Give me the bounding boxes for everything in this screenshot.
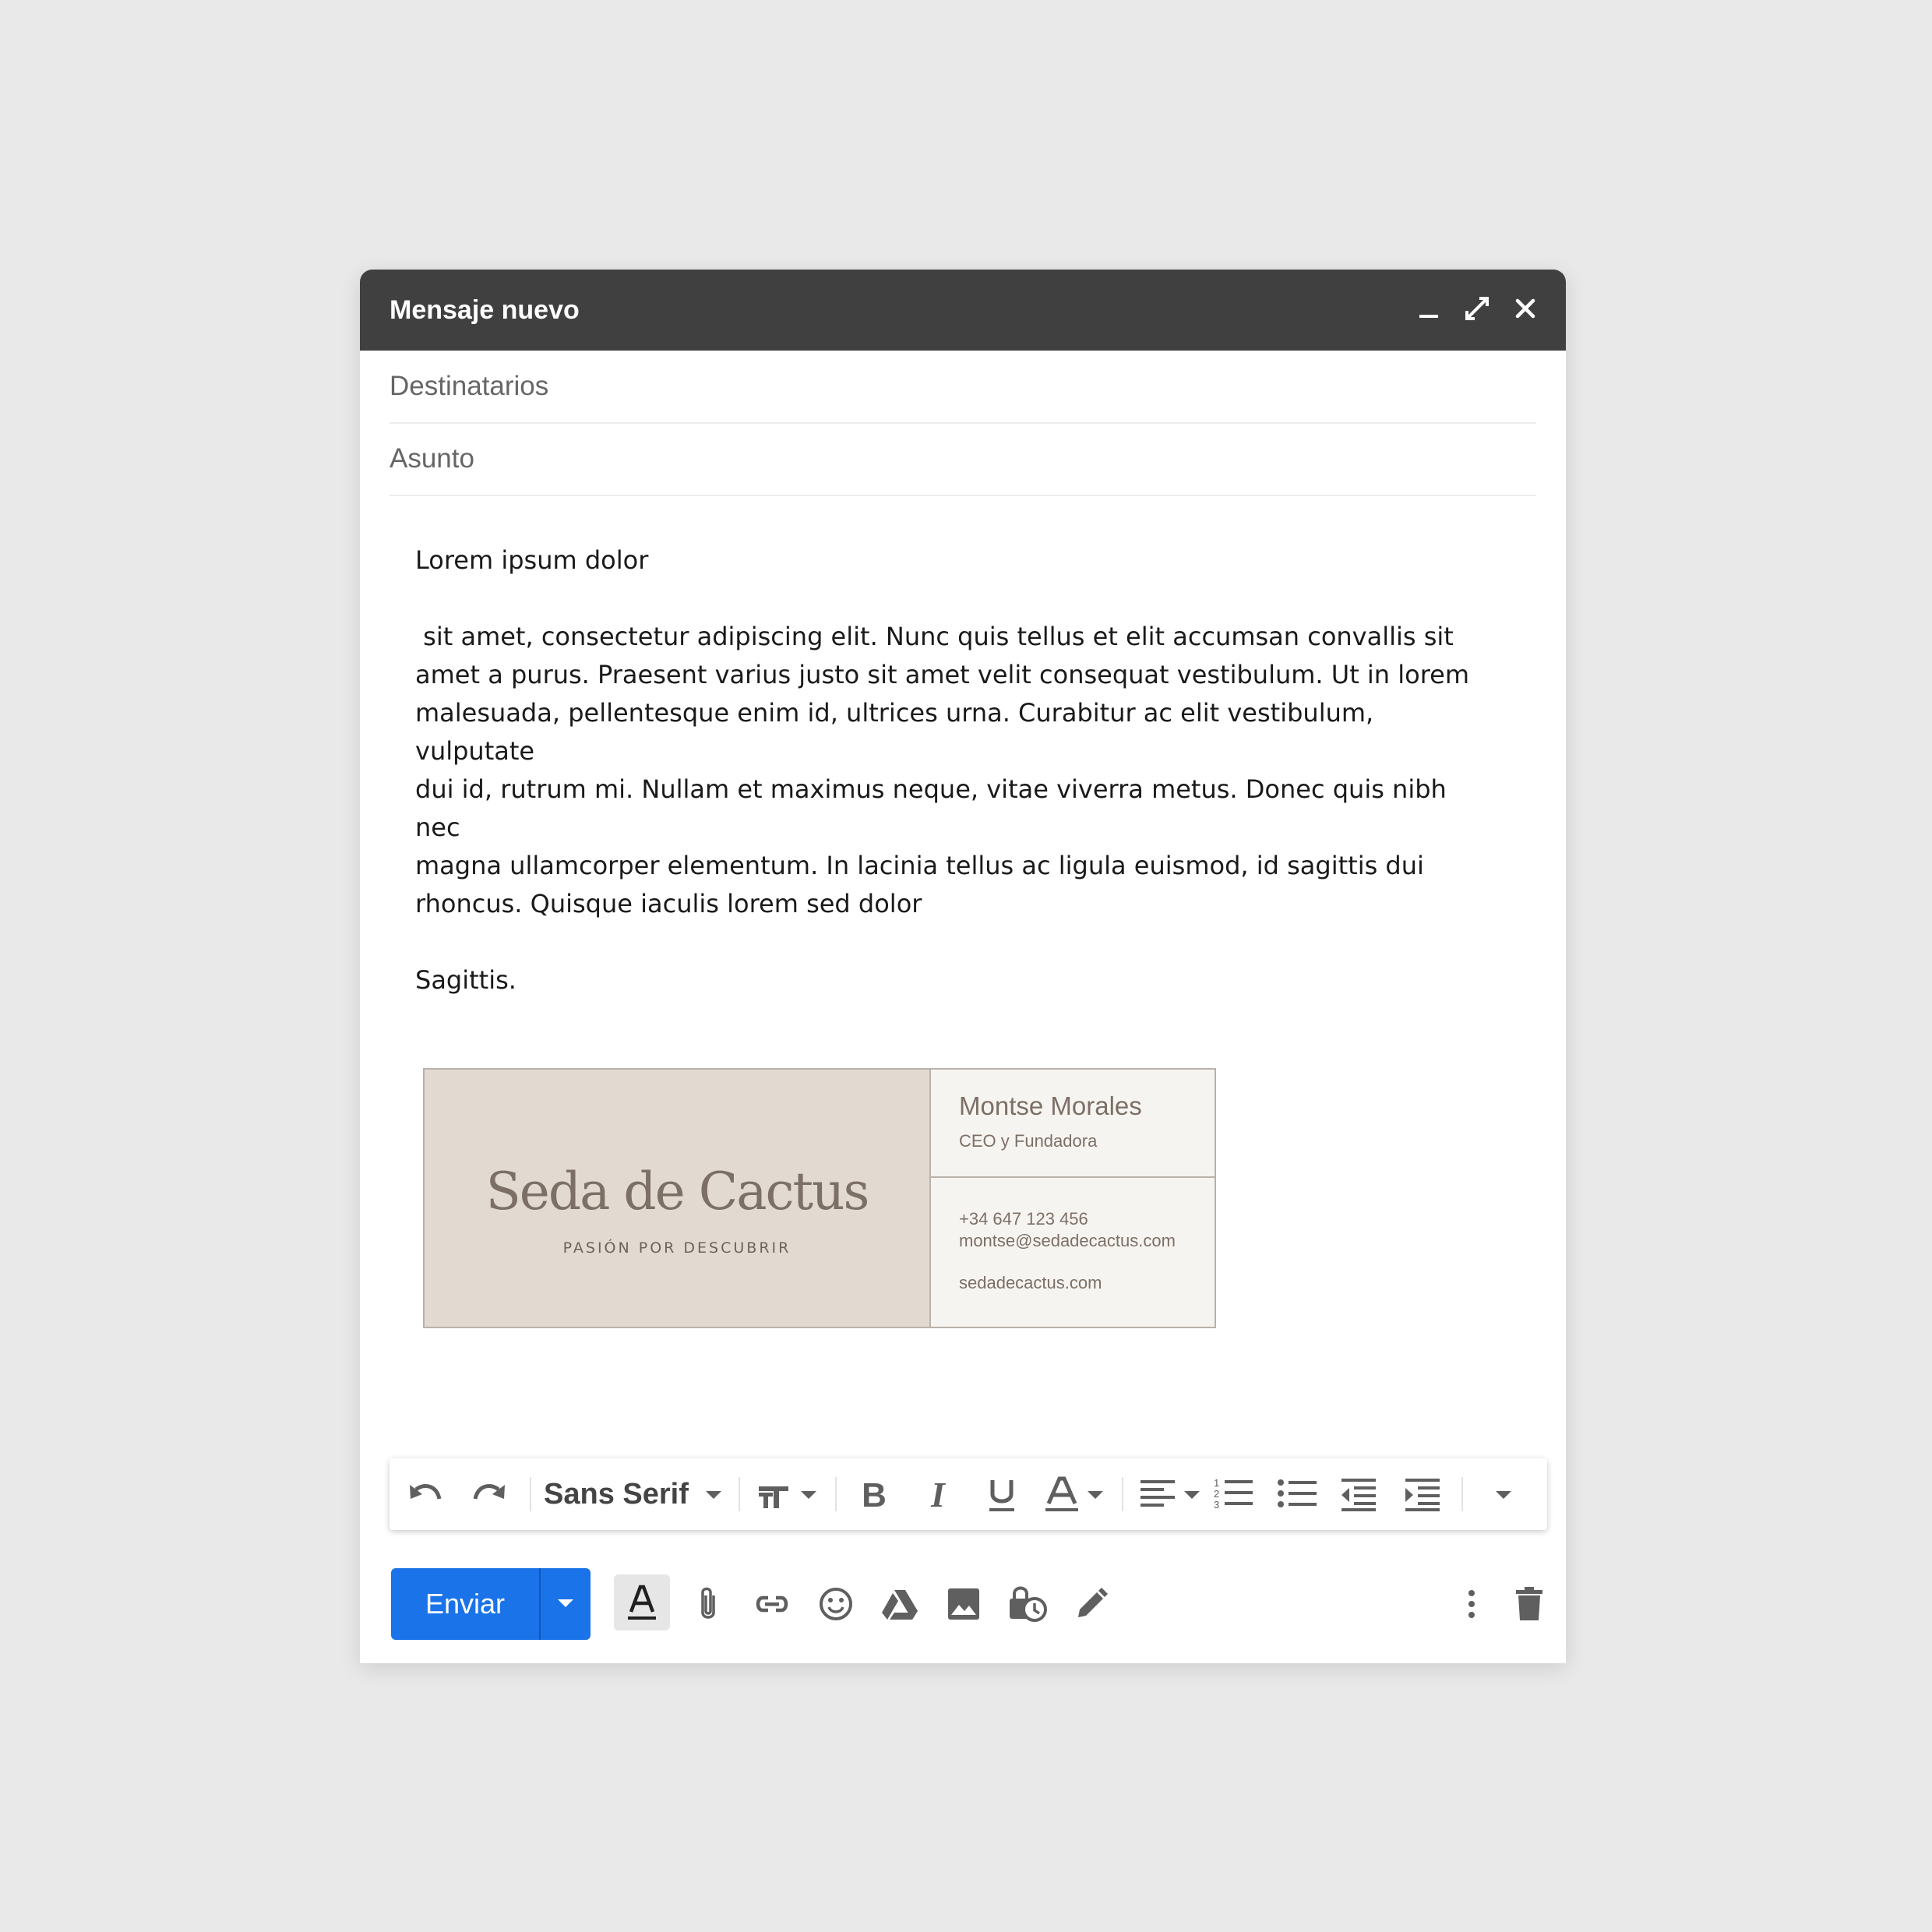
signature-website[interactable]: sedadecactus.com — [959, 1273, 1102, 1293]
compose-window: Mensaje nuevo Destinatarios Asunto Lorem… — [360, 270, 1566, 1663]
svg-text:2: 2 — [1214, 1488, 1219, 1500]
body-greeting: Lorem ipsum dolor — [415, 545, 649, 575]
signature-role: CEO y Fundadora — [959, 1131, 1098, 1151]
indent-more-icon[interactable] — [1402, 1475, 1449, 1513]
more-formatting-icon[interactable] — [1480, 1475, 1527, 1513]
attach-icon[interactable] — [687, 1583, 729, 1625]
toolbar-separator — [1122, 1477, 1123, 1511]
body-line: dui id, rutrum mi. Nullam et maximus neq… — [415, 774, 1454, 842]
formatting-options-icon[interactable] — [614, 1574, 670, 1631]
compose-titlebar[interactable]: Mensaje nuevo — [360, 270, 1566, 351]
drive-icon[interactable] — [879, 1583, 921, 1625]
bold-icon[interactable]: B — [851, 1475, 897, 1513]
minimize-icon[interactable] — [1410, 290, 1447, 327]
subject-field[interactable]: Asunto — [390, 423, 1536, 496]
signature-phone: +34 647 123 456 — [959, 1209, 1088, 1229]
more-options-icon[interactable] — [1451, 1583, 1493, 1625]
body-line: sit amet, consectetur adipiscing elit. N… — [415, 622, 1454, 651]
toolbar-separator — [739, 1477, 740, 1511]
toolbar-separator — [530, 1477, 531, 1511]
signature-brand-panel: Seda de Cactus PASIÓN POR DESCUBRIR — [425, 1070, 931, 1327]
email-signature: Seda de Cactus PASIÓN POR DESCUBRIR Mont… — [423, 1068, 1216, 1328]
toolbar-separator — [835, 1477, 837, 1511]
body-line: malesuada, pellentesque enim id, ultrice… — [415, 698, 1382, 766]
signature-name: Montse Morales — [959, 1091, 1142, 1120]
underline-icon[interactable] — [978, 1475, 1025, 1513]
toolbar-separator — [1461, 1477, 1463, 1511]
confidential-mode-icon[interactable] — [1007, 1583, 1049, 1625]
subject-placeholder: Asunto — [390, 443, 474, 474]
send-button[interactable]: Enviar — [391, 1568, 591, 1640]
body-line: magna ullamcorper elementum. In lacinia … — [415, 851, 1424, 880]
body-closing: Sagittis. — [415, 965, 516, 995]
recipients-placeholder: Destinatarios — [390, 371, 549, 401]
signature-brand-logo: Seda de Cactus — [485, 1162, 870, 1222]
redo-icon[interactable] — [467, 1475, 511, 1513]
body-line: rhoncus. Quisque iaculis lorem sed dolor — [415, 889, 922, 918]
schedule-send-dropdown[interactable] — [541, 1568, 591, 1640]
close-icon[interactable] — [1507, 290, 1544, 327]
svg-text:B: B — [862, 1476, 887, 1513]
svg-text:1: 1 — [1214, 1477, 1219, 1489]
expand-icon[interactable] — [1458, 290, 1496, 327]
recipients-field[interactable]: Destinatarios — [390, 351, 1536, 424]
link-icon[interactable] — [751, 1583, 793, 1625]
photo-icon[interactable] — [943, 1583, 985, 1625]
message-body[interactable]: Lorem ipsum dolor sit amet, consectetur … — [415, 541, 1475, 999]
numbered-list-icon[interactable]: 1 2 3 — [1211, 1475, 1257, 1513]
bulleted-list-icon[interactable] — [1274, 1475, 1321, 1513]
signature-email[interactable]: montse@sedadecactus.com — [959, 1231, 1176, 1251]
signature-contact-card: +34 647 123 456 montse@sedadecactus.com … — [931, 1178, 1215, 1327]
indent-less-icon[interactable] — [1338, 1475, 1385, 1513]
compose-title: Mensaje nuevo — [390, 295, 580, 325]
align-icon[interactable] — [1137, 1475, 1208, 1513]
signature-name-card: Montse Morales CEO y Fundadora — [931, 1070, 1215, 1178]
text-size-icon[interactable] — [756, 1475, 826, 1513]
body-line: amet a purus. Praesent varius justo sit … — [415, 660, 1470, 689]
signature-tagline: PASIÓN POR DESCUBRIR — [562, 1239, 791, 1257]
text-color-icon[interactable] — [1041, 1475, 1116, 1513]
undo-icon[interactable] — [404, 1475, 447, 1513]
chevron-down-icon[interactable] — [704, 1475, 723, 1513]
svg-text:3: 3 — [1214, 1499, 1219, 1511]
signature-icon[interactable] — [1070, 1583, 1112, 1625]
emoji-icon[interactable] — [815, 1583, 857, 1625]
send-label: Enviar — [425, 1588, 506, 1620]
italic-icon[interactable]: I — [915, 1475, 961, 1513]
discard-icon[interactable] — [1508, 1583, 1550, 1625]
font-family-dropdown[interactable]: Sans Serif — [544, 1458, 689, 1530]
svg-text:I: I — [930, 1475, 947, 1513]
formatting-toolbar: Sans Serif B I 1 2 3 — [390, 1458, 1547, 1530]
